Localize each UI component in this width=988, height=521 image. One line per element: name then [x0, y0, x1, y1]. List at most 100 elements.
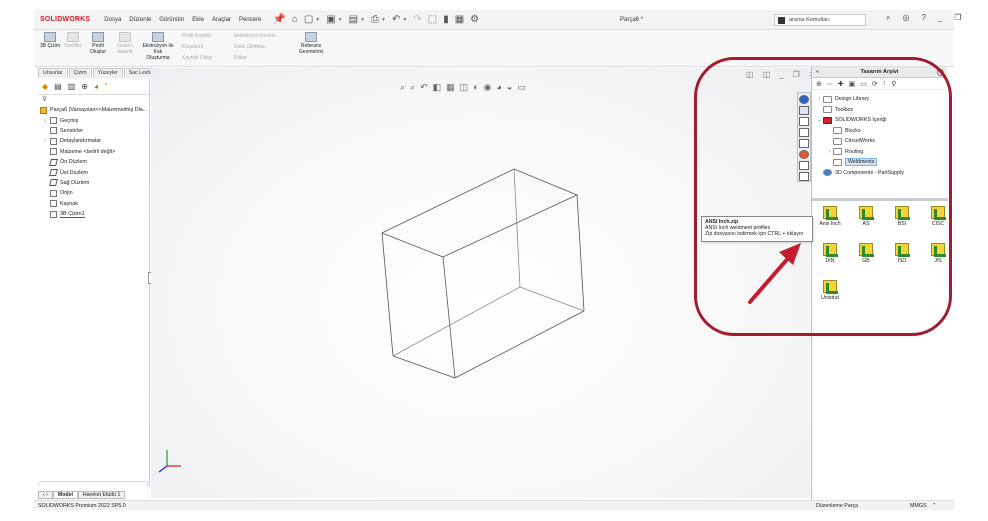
tree-item[interactable]: Üst Düzlem — [38, 167, 149, 177]
weldment-standard-item[interactable]: JIS — [922, 243, 954, 264]
gusset-button[interactable]: Guseci tasarla — [112, 32, 138, 55]
profiles-button[interactable]: Profiller — [62, 32, 84, 49]
tile-icon[interactable]: ◫ — [746, 70, 754, 79]
redo-icon[interactable]: ↷ — [413, 14, 421, 25]
pin-icon[interactable]: ⚲ — [891, 80, 896, 88]
search-icon[interactable]: ⌕ — [886, 13, 890, 23]
expand-icon[interactable]: ⌄ — [816, 117, 823, 123]
chevron-down-icon[interactable]: ▼ — [381, 17, 386, 23]
tab-item[interactable]: Çizim — [68, 68, 92, 78]
bottom-tab[interactable]: Hareket Etüdü 1 — [77, 491, 126, 499]
zoom-area-icon[interactable]: ⌕ — [410, 82, 415, 93]
weldment-standard-item[interactable]: AS — [850, 206, 882, 227]
options-icon[interactable]: ⚙ — [470, 14, 479, 25]
library-tree-item[interactable]: › Design Library — [812, 94, 947, 105]
hide-show-icon[interactable]: ◉ — [484, 82, 492, 93]
chevron-down-icon[interactable]: ▼ — [315, 17, 320, 23]
3d-sketch-button[interactable]: 3B Çizim — [40, 32, 60, 49]
library-tree-item[interactable]: › Routing — [812, 147, 947, 158]
solidworks-resources-icon[interactable] — [799, 95, 809, 104]
chevron-down-icon[interactable]: ▼ — [338, 17, 343, 23]
minimize-doc-icon[interactable]: _ — [779, 70, 783, 79]
edit-appearance-icon[interactable]: ◕ — [496, 82, 501, 93]
save-icon[interactable]: ▤ — [349, 14, 358, 25]
view-orientation-icon[interactable]: ◫ — [460, 82, 469, 93]
add-to-library-icon[interactable]: ✚ — [838, 80, 844, 88]
create-folder-icon[interactable]: ▭ — [860, 80, 867, 88]
tree-item[interactable]: › Geçmiş — [38, 115, 149, 125]
apply-scene-icon[interactable]: ◒ — [507, 82, 512, 93]
scroll-right-icon[interactable]: › — [146, 482, 148, 488]
forward-icon[interactable]: ⇨ — [827, 80, 833, 88]
restore-icon[interactable]: ❐ — [954, 13, 961, 23]
tile-horizontal-icon[interactable]: ◫ — [763, 70, 771, 79]
new-file-icon[interactable]: ▢ — [304, 14, 313, 25]
expand-icon[interactable]: › — [826, 149, 833, 155]
tree-item[interactable]: › Detaylandırmalar — [38, 136, 149, 146]
library-tree-item[interactable]: ⌄ SOLIDWORKS İçeriği — [812, 115, 947, 126]
expand-icon[interactable]: › — [816, 96, 823, 102]
weldment-standard-item[interactable]: Ansi Inch — [814, 206, 846, 227]
tree-item[interactable]: Malzeme <belirli değil> — [38, 147, 149, 157]
design-library-tab-icon[interactable] — [799, 106, 809, 115]
display-style-icon[interactable]: ◐ — [473, 82, 478, 93]
configuration-manager-icon[interactable]: ▥ — [68, 82, 76, 91]
pane-splitter[interactable] — [812, 198, 948, 201]
refresh-icon[interactable]: ⟳ — [872, 80, 878, 88]
up-folder-icon[interactable]: ↑ — [883, 80, 887, 87]
create-profile-button[interactable]: Profil Oluştur — [88, 32, 108, 55]
add-file-location-icon[interactable]: ▣ — [849, 80, 856, 88]
weld-bead-button[interactable]: Kaynak Dikişi — [182, 55, 212, 61]
graphics-area[interactable] — [151, 68, 810, 498]
user-icon[interactable]: ◎ — [902, 13, 909, 23]
open-file-icon[interactable]: ▣ — [326, 14, 335, 25]
horizontal-scrollbar[interactable]: ‹ › — [38, 481, 150, 488]
print-icon[interactable]: ⎙ — [371, 14, 379, 25]
library-tree-item[interactable]: Weldments — [812, 157, 947, 168]
previous-view-icon[interactable]: ↶ — [420, 82, 428, 93]
menu-item[interactable]: Görünüm — [159, 17, 184, 23]
weldment-standard-item[interactable]: Unistrut — [814, 280, 846, 301]
weldment-standard-item[interactable]: CISC — [922, 206, 954, 227]
gusset-small-button[interactable]: Köşebent — [182, 44, 203, 50]
dimxpert-icon[interactable]: ⊕ — [81, 82, 88, 91]
feature-manager-icon[interactable]: ◆ — [42, 82, 48, 91]
zoom-to-fit-icon[interactable]: ⌕ — [400, 82, 405, 93]
library-tree-item[interactable]: 3D Components - PartSupply — [812, 168, 947, 179]
units-selector[interactable]: MMGS — [910, 503, 926, 509]
menu-item[interactable]: Dosya — [104, 17, 121, 23]
custom-properties-icon[interactable] — [799, 161, 809, 170]
chevron-down-icon[interactable]: ▼ — [402, 17, 407, 23]
tree-item[interactable]: Sağ Düzlem — [38, 178, 149, 188]
tree-item[interactable]: Kaynak — [38, 199, 149, 209]
extruded-cut-button[interactable]: Ekstrüzyon Kesme — [234, 33, 276, 39]
home-icon[interactable]: ⌂ — [292, 14, 298, 25]
property-manager-icon[interactable]: ▤ — [54, 82, 62, 91]
undo-icon[interactable]: ↶ — [392, 14, 400, 25]
tree-root-part[interactable]: Parça6 (Varsayılan<<Malzemelmiş Dla... — [38, 105, 149, 115]
dynamic-annotation-icon[interactable]: ▦ — [446, 82, 455, 93]
scroll-tabs-left-icon[interactable]: ‹ › — [38, 491, 53, 499]
label-button[interactable]: Etiket — [234, 55, 247, 61]
menu-item[interactable]: Ekle — [192, 17, 204, 23]
display-manager-icon[interactable]: ◕ — [94, 82, 99, 91]
view-settings-icon[interactable]: ▭ — [517, 82, 526, 93]
reference-geometry-button[interactable]: Referans Geometrisi — [296, 32, 326, 55]
pin-pane-icon[interactable] — [937, 69, 944, 76]
weldment-standard-item[interactable]: BSI — [886, 206, 918, 227]
menu-item[interactable]: Araçlar — [212, 17, 231, 23]
bottom-tab[interactable]: Model — [52, 491, 78, 499]
folder-tab-icon[interactable] — [799, 128, 809, 137]
filter-icon[interactable]: ⊽ — [38, 95, 149, 105]
restore-doc-icon[interactable]: ❐ — [793, 70, 800, 79]
view-palette-icon[interactable] — [799, 139, 809, 148]
tree-item[interactable]: Sensörler — [38, 126, 149, 136]
tab-item[interactable]: Yüzeyler — [92, 68, 123, 78]
menu-item[interactable]: Pencere — [239, 17, 261, 23]
file-explorer-icon[interactable] — [799, 117, 809, 126]
expand-panel-icon[interactable]: › — [105, 82, 107, 91]
section-view-icon[interactable]: ◧ — [433, 82, 442, 93]
weldment-standard-item[interactable]: ISO — [886, 243, 918, 264]
library-tree-item[interactable]: Toolbox — [812, 105, 947, 116]
weldment-standard-item[interactable]: DIN — [814, 243, 846, 264]
